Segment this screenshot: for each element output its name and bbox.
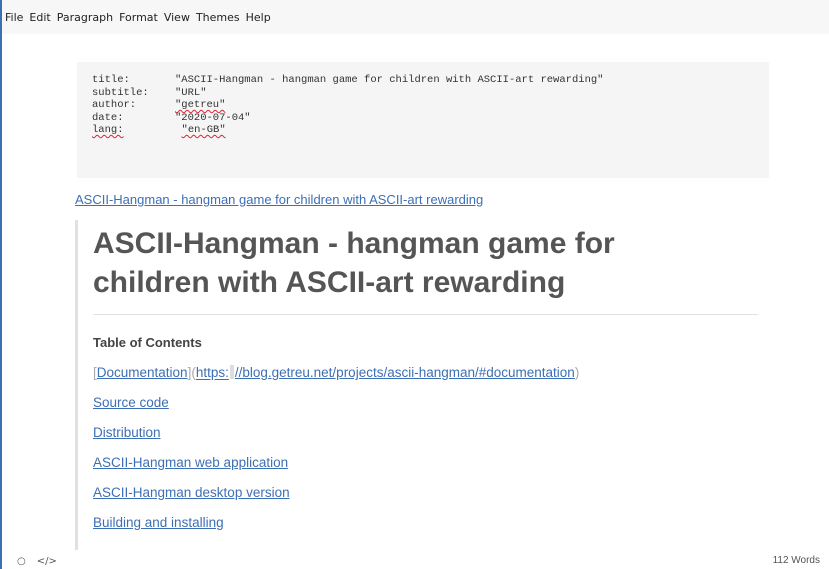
markdown-link-source[interactable]: [Documentation](https://blog.getreu.net/…: [93, 365, 758, 380]
menu-view[interactable]: View: [161, 11, 193, 24]
source-code-icon[interactable]: </>: [37, 556, 57, 567]
md-link-text[interactable]: Documentation: [97, 365, 188, 380]
md-bracket: ): [574, 365, 580, 380]
toc-link-desktop-version[interactable]: ASCII-Hangman desktop version: [93, 485, 758, 500]
fm-value: "en-GB": [181, 124, 226, 136]
word-count[interactable]: 112 Words: [773, 555, 820, 566]
fm-value: "ASCII-Hangman - hangman game for childr…: [175, 74, 604, 86]
fm-key: date:: [92, 111, 124, 124]
fm-value: "URL": [175, 86, 207, 99]
page-heading: ASCII-Hangman - hangman game for childre…: [93, 227, 615, 299]
toc-link-source-code[interactable]: Source code: [93, 395, 758, 410]
circle-icon[interactable]: ○: [17, 556, 26, 567]
editor-area[interactable]: title: "ASCII-Hangman - hangman game for…: [2, 34, 829, 550]
front-matter-row: author: "getreu": [92, 99, 754, 112]
menu-help[interactable]: Help: [243, 11, 274, 24]
md-url-path[interactable]: //blog.getreu.net/projects/ascii-hangman…: [235, 365, 575, 380]
fm-key: title:: [92, 74, 130, 86]
fm-key: author:: [92, 99, 137, 111]
text-cursor: [229, 365, 234, 379]
front-matter-row: date: "2020-07-04": [92, 112, 754, 125]
menu-file[interactable]: File: [2, 11, 26, 24]
fm-value: "getreu": [175, 99, 226, 111]
menu-themes[interactable]: Themes: [193, 11, 243, 24]
heading-divider: [93, 314, 758, 315]
fm-value: "2020-07-04": [175, 111, 251, 124]
fm-key: subtitle:: [92, 86, 149, 99]
md-url-scheme[interactable]: https:: [196, 365, 229, 380]
front-matter-row: subtitle: "URL": [92, 87, 754, 100]
menu-edit[interactable]: Edit: [26, 11, 53, 24]
md-bracket: ](: [187, 365, 196, 380]
toc-link-web-application[interactable]: ASCII-Hangman web application: [93, 455, 758, 470]
menu-format[interactable]: Format: [116, 11, 161, 24]
blockquote: ASCII-Hangman - hangman game for childre…: [75, 220, 758, 550]
toc-link-building-installing[interactable]: Building and installing: [93, 515, 758, 530]
toc-title: Table of Contents: [93, 335, 202, 350]
front-matter-row: lang: "en-GB": [92, 124, 754, 137]
status-bar: ○ </> 112 Words: [2, 553, 829, 569]
toc-link-distribution[interactable]: Distribution: [93, 425, 758, 440]
front-matter-row: title: "ASCII-Hangman - hangman game for…: [92, 74, 754, 87]
menu-paragraph[interactable]: Paragraph: [54, 11, 116, 24]
fm-key: lang:: [92, 124, 124, 136]
front-matter-block[interactable]: title: "ASCII-Hangman - hangman game for…: [77, 62, 769, 178]
title-link[interactable]: ASCII-Hangman - hangman game for childre…: [75, 192, 483, 207]
menu-bar: File Edit Paragraph Format View Themes H…: [2, 0, 829, 34]
